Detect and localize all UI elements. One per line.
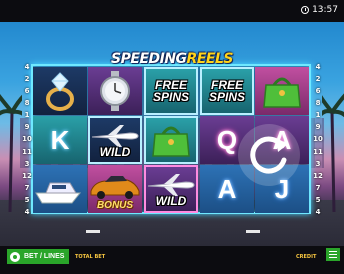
payline-number: 4 — [24, 63, 30, 71]
reel-2-row-2-jet-wild: WILD — [88, 116, 142, 164]
symbol-letter: Q — [216, 124, 238, 155]
free-spins-symbol: FREE SPINS — [209, 79, 245, 103]
palm-tree-right — [322, 93, 344, 212]
palm-tree-left — [0, 93, 22, 212]
status-bar: 13:57 — [0, 0, 344, 22]
reel-2-row-3-sports-car: BONUS — [88, 165, 142, 213]
payline-number: 12 — [313, 171, 323, 180]
reel-5-row-1-green-handbag — [255, 67, 309, 115]
free-spins-line2: SPINS — [152, 90, 189, 104]
payline-number: 4 — [315, 207, 321, 216]
payline-number: 10 — [22, 135, 32, 144]
payline-number: 2 — [315, 75, 321, 84]
sports-car-icon — [90, 176, 140, 199]
refresh-icon — [250, 136, 288, 174]
menu-icon-bar — [329, 253, 337, 256]
reel-1-row-2-K: K — [33, 116, 87, 164]
bottom-bar: BET / LINES TOTAL BET CREDIT — [0, 246, 344, 274]
free-spins-line2: SPINS — [208, 90, 245, 104]
free-spins-symbol: FREE SPINS — [153, 79, 189, 103]
clock-icon — [301, 6, 310, 14]
payline-number: 1 — [315, 111, 321, 120]
payline-number: 2 — [24, 75, 30, 84]
reel-1-row-1-diamond-ring — [33, 67, 87, 115]
payline-number: 7 — [24, 183, 30, 192]
reel-4-row-1-free-spins: FREE SPINS — [200, 67, 254, 115]
symbol-letter: K — [50, 124, 70, 155]
clock-time: 13:57 — [312, 5, 338, 15]
diamond-ring-icon — [46, 72, 74, 111]
menu-icon-bar — [329, 250, 337, 252]
payline-number: 6 — [24, 87, 30, 96]
gear-icon — [10, 251, 20, 262]
reel-3-row-3-jet-wild: WILD — [144, 165, 198, 213]
watch-icon — [100, 71, 130, 111]
payline-number: 8 — [24, 99, 30, 108]
payline-number: 4 — [315, 63, 321, 71]
reel-3-row-1-free-spins: FREE SPINS — [144, 67, 198, 115]
spin-button[interactable] — [238, 124, 300, 186]
reel-3-row-2-green-handbag — [144, 116, 198, 164]
logo-part1: SPEEDING — [111, 51, 187, 67]
payline-number: 12 — [22, 171, 32, 180]
bet-lines-button[interactable]: BET / LINES — [7, 249, 69, 264]
road-marking — [246, 230, 260, 233]
menu-button[interactable] — [326, 248, 340, 261]
payline-number: 11 — [313, 147, 323, 156]
reel-1-row-3-yacht — [33, 165, 87, 213]
payline-number: 10 — [313, 135, 323, 144]
payline-indicators-right: 4 2 6 8 1 9 10 11 3 12 7 5 4 — [313, 64, 323, 216]
payline-number: 6 — [315, 87, 321, 96]
reel-2-row-1-watch — [88, 67, 142, 115]
payline-number: 5 — [315, 195, 321, 204]
payline-number: 3 — [315, 159, 321, 168]
payline-number: 3 — [24, 159, 30, 168]
wild-label: WILD — [155, 194, 187, 208]
payline-number: 9 — [24, 123, 30, 132]
payline-number: 9 — [315, 123, 321, 132]
bet-lines-label: BET / LINES — [24, 253, 65, 260]
payline-number: 8 — [315, 99, 321, 108]
payline-indicators-left: 4 2 6 8 1 9 10 11 3 12 7 5 4 — [22, 64, 32, 216]
payline-number: 7 — [315, 183, 321, 192]
yacht-icon — [35, 182, 82, 204]
payline-number: 11 — [22, 147, 32, 156]
payline-number: 5 — [24, 195, 30, 204]
logo-part2: REELS — [186, 51, 234, 67]
payline-number: 4 — [24, 207, 30, 216]
game-scene: 13:57 4 2 6 8 1 9 10 11 3 12 7 5 4 4 2 6 8 1 9 10 11 3 12 7 5 4 … — [0, 0, 344, 274]
bonus-label: BONUS — [96, 200, 134, 211]
wild-label: WILD — [99, 145, 131, 159]
payline-number: 1 — [24, 111, 30, 120]
credit-label: CREDIT — [296, 254, 317, 260]
total-bet-label: TOTAL BET — [75, 254, 106, 260]
road-marking — [86, 230, 100, 233]
green-handbag-icon — [263, 77, 301, 108]
symbol-letter: A — [217, 173, 237, 204]
menu-icon-bar — [329, 257, 337, 259]
green-handbag-icon — [152, 126, 190, 157]
clock: 13:57 — [301, 5, 338, 15]
